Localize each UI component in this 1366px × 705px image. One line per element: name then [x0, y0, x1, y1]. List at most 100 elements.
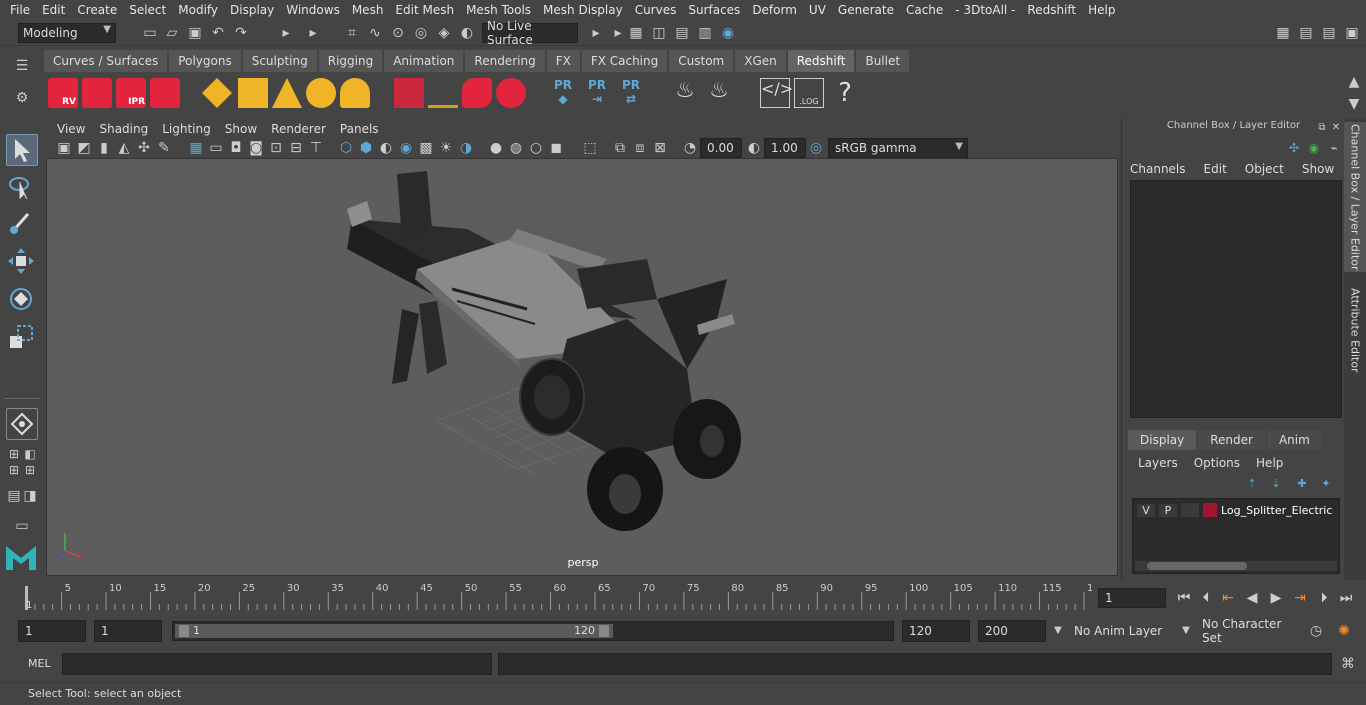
viewport-persp[interactable]: persp: [46, 158, 1118, 576]
new-layer-selected-icon[interactable]: ✦: [1318, 476, 1334, 492]
menu-edit-mesh[interactable]: Edit Mesh: [389, 0, 460, 20]
scrollbar-thumb[interactable]: [1147, 562, 1247, 570]
step-back-icon[interactable]: ⏴: [1198, 590, 1214, 606]
viewport-menu-panels[interactable]: Panels: [333, 122, 386, 136]
go-to-start-icon[interactable]: ⏮: [1176, 590, 1192, 606]
playback-start-field[interactable]: 1: [94, 620, 162, 642]
camera-select-icon[interactable]: ▣: [56, 140, 72, 156]
move-layer-down-icon[interactable]: ⇣: [1268, 476, 1284, 492]
move-tool-icon[interactable]: [6, 246, 38, 278]
menu-select[interactable]: Select: [123, 0, 172, 20]
wire-on-shaded-icon[interactable]: ◐: [378, 140, 394, 156]
hyper-icon[interactable]: ⌁: [1326, 140, 1342, 156]
menu-help[interactable]: Help: [1082, 0, 1121, 20]
shelf-tab-sculpting[interactable]: Sculpting: [242, 50, 317, 72]
rs-script-icon[interactable]: </>: [760, 78, 793, 108]
layout-more-icon[interactable]: ▭: [14, 518, 30, 534]
shadows-icon[interactable]: ◑: [458, 140, 474, 156]
select-by-object-icon[interactable]: ▸: [305, 25, 321, 41]
step-forward-icon[interactable]: ⏵: [1316, 590, 1332, 606]
shelf-scroll-down-icon[interactable]: ▼: [1346, 96, 1362, 112]
snap-live-icon[interactable]: ◐: [459, 25, 475, 41]
playback-end-field[interactable]: 120: [902, 620, 970, 642]
field-chart-icon[interactable]: ⊡: [268, 140, 284, 156]
select-tool-icon[interactable]: [6, 134, 38, 166]
snap-point-icon[interactable]: ⊙: [390, 25, 406, 41]
ipr-render-icon[interactable]: ▤: [674, 25, 690, 41]
play-forwards-icon[interactable]: ▶: [1268, 590, 1284, 606]
shelf-scroll-up-icon[interactable]: ▲: [1346, 74, 1362, 90]
rs-log-icon[interactable]: .LOG: [794, 78, 824, 108]
menu-uv[interactable]: UV: [803, 0, 832, 20]
menu-mesh[interactable]: Mesh: [346, 0, 390, 20]
menu-create[interactable]: Create: [71, 0, 123, 20]
rs-pr-export-icon[interactable]: PR ⇥: [582, 78, 612, 108]
rs-proxy-icon[interactable]: [394, 78, 424, 108]
shelf-tab-bullet[interactable]: Bullet: [856, 50, 910, 72]
xray-components-icon[interactable]: ⊠: [652, 140, 668, 156]
layout-icon[interactable]: ▣: [1344, 25, 1360, 41]
menu-redshift[interactable]: Redshift: [1021, 0, 1082, 20]
grid-icon[interactable]: ▦: [188, 140, 204, 156]
menu-deform[interactable]: Deform: [746, 0, 803, 20]
menu-curves[interactable]: Curves: [629, 0, 683, 20]
ambient-occlusion-icon[interactable]: ●: [488, 140, 504, 156]
rs-bake-set-icon[interactable]: ♨: [704, 78, 734, 108]
snap-grid-icon[interactable]: ⌗: [344, 25, 360, 41]
anti-aliasing-icon[interactable]: ○: [528, 140, 544, 156]
redo-icon[interactable]: ↷: [233, 25, 249, 41]
character-set-selector[interactable]: No Character Set: [1196, 617, 1298, 645]
viewport-menu-lighting[interactable]: Lighting: [155, 122, 218, 136]
layer-playback[interactable]: P: [1159, 503, 1177, 517]
shelf-tab-fx[interactable]: FX: [546, 50, 580, 72]
viewport-menu-renderer[interactable]: Renderer: [264, 122, 333, 136]
rs-render-settings-icon[interactable]: [150, 78, 180, 108]
layer-tab-anim[interactable]: Anim: [1266, 430, 1322, 450]
rs-render-sequence-icon[interactable]: [82, 78, 112, 108]
undo-icon[interactable]: ↶: [210, 25, 226, 41]
range-end-grip[interactable]: [599, 625, 609, 637]
exposure-field[interactable]: 0.00: [700, 138, 742, 158]
toggle-panel-icon-2[interactable]: ▤: [1321, 25, 1337, 41]
play-backwards-icon[interactable]: ◀: [1244, 590, 1260, 606]
layer-menu-options[interactable]: Options: [1194, 456, 1240, 470]
layer-menu-help[interactable]: Help: [1256, 456, 1283, 470]
shelf-tab-xgen[interactable]: XGen: [735, 50, 786, 72]
shelf-menu-icon[interactable]: ☰: [14, 58, 30, 74]
rs-pr-object-icon[interactable]: PR ◆: [548, 78, 578, 108]
rs-material-icon[interactable]: [496, 78, 526, 108]
shelf-settings-icon[interactable]: ⚙: [14, 90, 30, 106]
menu-mesh-tools[interactable]: Mesh Tools: [460, 0, 537, 20]
shelf-tab-curves-surfaces[interactable]: Curves / Surfaces: [44, 50, 168, 72]
viewport-menu-show[interactable]: Show: [218, 122, 264, 136]
range-slider[interactable]: 1 120: [172, 621, 894, 641]
rs-light-dome-icon[interactable]: [306, 78, 336, 108]
checker-icon[interactable]: ▩: [418, 140, 434, 156]
range-slider-handle[interactable]: 1 120: [175, 624, 613, 638]
current-frame-field[interactable]: 1: [1098, 588, 1166, 608]
scale-tool-icon[interactable]: [6, 322, 38, 354]
gate-mask-icon[interactable]: ◙: [248, 140, 264, 156]
smooth-shade-icon[interactable]: ⬢: [358, 140, 374, 156]
layout-grid-icon[interactable]: ⊞: [6, 462, 22, 478]
color-management-icon[interactable]: ◎: [808, 140, 824, 156]
menu-edit[interactable]: Edit: [36, 0, 71, 20]
2d-pan-icon[interactable]: ✣: [136, 140, 152, 156]
lights-icon[interactable]: ☀: [438, 140, 454, 156]
end-time-field[interactable]: 200: [978, 620, 1046, 642]
exposure-icon[interactable]: ◔: [682, 140, 698, 156]
shelf-tab-fx-caching[interactable]: FX Caching: [581, 50, 668, 72]
channel-menu-object[interactable]: Object: [1245, 162, 1284, 176]
channel-menu-edit[interactable]: Edit: [1204, 162, 1227, 176]
viewport-menu-shading[interactable]: Shading: [92, 122, 155, 136]
menu-modify[interactable]: Modify: [172, 0, 224, 20]
auto-key-icon[interactable]: ◷: [1308, 623, 1324, 639]
isolate-select-icon[interactable]: ⬚: [582, 140, 598, 156]
layer-color-swatch[interactable]: [1203, 503, 1217, 517]
rs-help-icon[interactable]: ?: [830, 78, 860, 108]
go-to-end-icon[interactable]: ⏭: [1338, 590, 1354, 606]
snap-curve-icon[interactable]: ∿: [367, 25, 383, 41]
tab-attribute-editor[interactable]: Attribute Editor: [1344, 280, 1366, 380]
toggle-panel-icon[interactable]: ▤: [1298, 25, 1314, 41]
layer-scrollbar[interactable]: [1135, 561, 1337, 571]
